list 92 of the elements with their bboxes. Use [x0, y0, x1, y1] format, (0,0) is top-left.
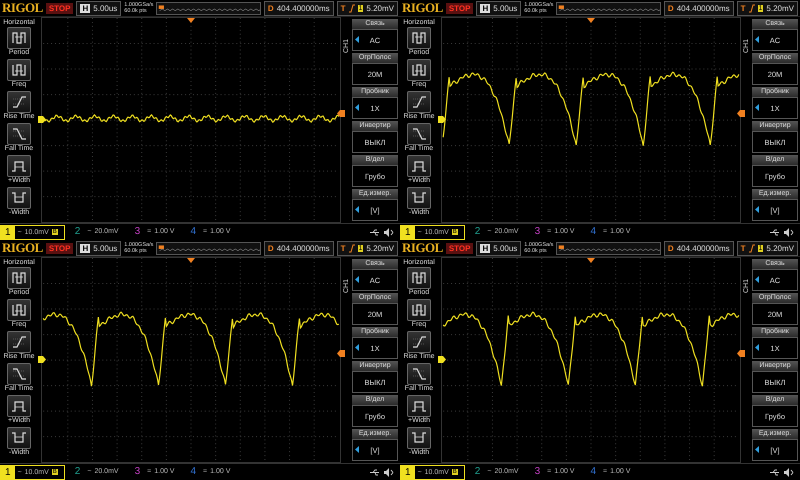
- rising-edge-icon: [748, 244, 755, 252]
- trigger-key: T: [340, 244, 346, 252]
- measure-button[interactable]: [407, 59, 431, 81]
- measure-button[interactable]: [7, 363, 31, 385]
- measure-button[interactable]: [407, 299, 431, 321]
- brand-logo: RIGOL: [402, 240, 443, 256]
- trigger-level: 5.20mV: [366, 4, 394, 12]
- delay-key: D: [268, 4, 274, 12]
- left-arrow-icon: [355, 36, 359, 43]
- left-arrow-icon: [355, 446, 359, 453]
- measure-button[interactable]: [407, 427, 431, 449]
- timebase-key: H: [80, 4, 90, 12]
- trigger-position-icon: [187, 18, 195, 23]
- trigger-position-icon: [587, 18, 595, 23]
- trigger-level-icon: [737, 350, 745, 357]
- channel-marker-icon: [438, 116, 446, 123]
- channel-marker-icon: [38, 356, 46, 363]
- timebase-value: 5.00us: [93, 4, 118, 12]
- usb-icon: [770, 228, 780, 236]
- left-arrow-icon: [755, 36, 759, 43]
- run-status: STOP: [446, 242, 474, 254]
- measure-button[interactable]: [407, 267, 431, 289]
- delay-key: D: [668, 244, 674, 252]
- brand-logo: RIGOL: [2, 240, 43, 256]
- measure-button[interactable]: [7, 91, 31, 113]
- timebase-value: 5.00us: [93, 244, 118, 252]
- measure-button[interactable]: [407, 91, 431, 113]
- trigger-level: 5.20mV: [766, 4, 794, 12]
- trigger-level: 5.20mV: [766, 244, 794, 252]
- measure-button[interactable]: [7, 331, 31, 353]
- run-status: STOP: [446, 2, 474, 14]
- timebase-key: H: [80, 244, 90, 252]
- speaker-icon: [384, 468, 394, 476]
- usb-icon: [370, 468, 380, 476]
- measure-button[interactable]: [407, 155, 431, 177]
- timebase-key: H: [480, 244, 490, 252]
- delay-key: D: [668, 4, 674, 12]
- measure-button[interactable]: [7, 395, 31, 417]
- run-status: STOP: [46, 242, 74, 254]
- trigger-level-icon: [737, 110, 745, 117]
- measure-button[interactable]: [7, 299, 31, 321]
- speaker-icon: [784, 228, 794, 236]
- left-arrow-icon: [355, 276, 359, 283]
- measure-button[interactable]: [7, 123, 31, 145]
- left-arrow-icon: [755, 104, 759, 111]
- channel-marker-icon: [438, 356, 446, 363]
- left-arrow-icon: [755, 344, 759, 351]
- trigger-position-icon: [587, 258, 595, 263]
- left-arrow-icon: [355, 206, 359, 213]
- timebase-value: 5.00us: [493, 4, 518, 12]
- left-arrow-icon: [755, 206, 759, 213]
- trigger-key: T: [740, 244, 746, 252]
- trigger-level: 5.20mV: [366, 244, 394, 252]
- left-arrow-icon: [355, 104, 359, 111]
- rising-edge-icon: [348, 244, 355, 252]
- channel-marker-icon: [38, 116, 46, 123]
- measure-button[interactable]: [407, 27, 431, 49]
- measure-button[interactable]: [7, 267, 31, 289]
- usb-icon: [370, 228, 380, 236]
- delay-key: D: [268, 244, 274, 252]
- delay-value: 404.400000ms: [676, 244, 730, 252]
- brand-logo: RIGOL: [2, 0, 43, 16]
- measure-button[interactable]: [7, 27, 31, 49]
- measure-button[interactable]: [407, 123, 431, 145]
- speaker-icon: [384, 228, 394, 236]
- trigger-level-icon: [337, 350, 345, 357]
- rising-edge-icon: [348, 4, 355, 12]
- delay-value: 404.400000ms: [276, 4, 330, 12]
- delay-value: 404.400000ms: [676, 4, 730, 12]
- measure-button[interactable]: [7, 427, 31, 449]
- measure-button[interactable]: [407, 395, 431, 417]
- left-arrow-icon: [355, 344, 359, 351]
- measure-button[interactable]: [7, 59, 31, 81]
- brand-logo: RIGOL: [402, 0, 443, 16]
- left-arrow-icon: [755, 276, 759, 283]
- rising-edge-icon: [748, 4, 755, 12]
- delay-value: 404.400000ms: [276, 244, 330, 252]
- trigger-position-icon: [187, 258, 195, 263]
- trigger-level-icon: [337, 110, 345, 117]
- speaker-icon: [784, 468, 794, 476]
- trigger-key: T: [740, 4, 746, 12]
- run-status: STOP: [46, 2, 74, 14]
- measure-button[interactable]: [7, 155, 31, 177]
- timebase-key: H: [480, 4, 490, 12]
- timebase-value: 5.00us: [493, 244, 518, 252]
- measure-button[interactable]: [7, 187, 31, 209]
- left-arrow-icon: [755, 446, 759, 453]
- measure-button[interactable]: [407, 187, 431, 209]
- usb-icon: [770, 468, 780, 476]
- trigger-key: T: [340, 4, 346, 12]
- measure-button[interactable]: [407, 331, 431, 353]
- measure-button[interactable]: [407, 363, 431, 385]
